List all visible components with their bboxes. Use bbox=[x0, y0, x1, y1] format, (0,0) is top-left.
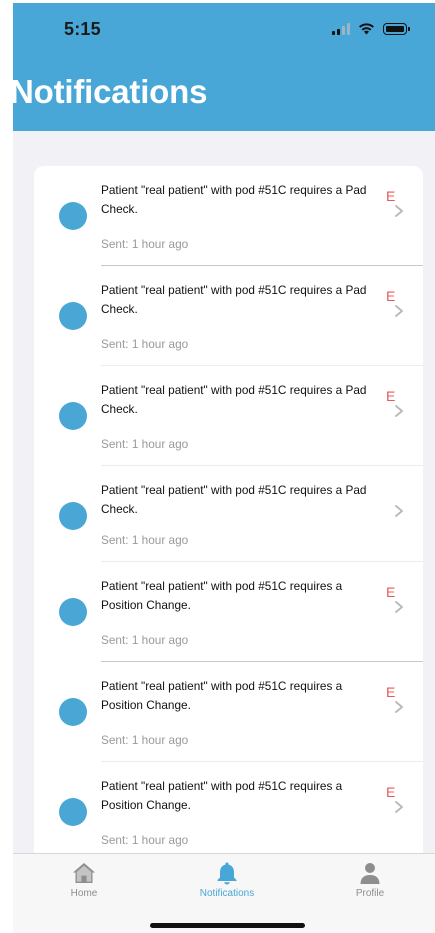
notification-message: Patient "real patient" with pod #51C req… bbox=[101, 283, 367, 316]
notification-sent-time: Sent: 1 hour ago bbox=[101, 733, 189, 747]
notification-message: Patient "real patient" with pod #51C req… bbox=[101, 183, 367, 216]
notification-message: Patient "real patient" with pod #51C req… bbox=[101, 679, 343, 712]
notification-message: Patient "real patient" with pod #51C req… bbox=[101, 779, 343, 812]
status-icons bbox=[332, 22, 410, 35]
notification-item[interactable]: Patient "real patient" with pod #51C req… bbox=[34, 366, 423, 466]
chevron-right-icon bbox=[395, 405, 403, 417]
notification-sent-time: Sent: 1 hour ago bbox=[101, 533, 189, 547]
notification-sent-time: Sent: 1 hour ago bbox=[101, 437, 189, 451]
tab-bar: Home Notifications Profile bbox=[13, 853, 435, 933]
wifi-icon bbox=[359, 23, 374, 35]
notification-sent-time: Sent: 1 hour ago bbox=[101, 833, 189, 847]
chevron-right-icon bbox=[395, 601, 403, 613]
notification-sent-time: Sent: 1 hour ago bbox=[101, 237, 189, 251]
page-title: Notifications bbox=[10, 73, 208, 110]
unread-dot-icon bbox=[59, 202, 87, 230]
battery-icon bbox=[383, 22, 410, 35]
notification-sent-time: Sent: 1 hour ago bbox=[101, 337, 189, 351]
notification-message: Patient "real patient" with pod #51C req… bbox=[101, 483, 367, 516]
tab-profile[interactable]: Profile bbox=[320, 860, 420, 899]
notifications-list: Patient "real patient" with pod #51C req… bbox=[34, 166, 423, 866]
tab-label: Home bbox=[70, 888, 98, 899]
bell-icon bbox=[217, 862, 237, 885]
phone-screen: 5:15 Notifications Patient "real patient… bbox=[0, 0, 435, 933]
tab-label: Profile bbox=[355, 888, 385, 899]
notification-item[interactable]: Patient "real patient" with pod #51C req… bbox=[34, 166, 423, 266]
notification-item[interactable]: Patient "real patient" with pod #51C req… bbox=[34, 466, 423, 562]
unread-dot-icon bbox=[59, 302, 87, 330]
chevron-right-icon bbox=[395, 305, 403, 317]
tab-home[interactable]: Home bbox=[34, 860, 134, 899]
person-icon bbox=[360, 863, 380, 884]
tab-notifications[interactable]: Notifications bbox=[177, 860, 277, 899]
notification-item[interactable]: Patient "real patient" with pod #51C req… bbox=[34, 762, 423, 862]
notification-sent-time: Sent: 1 hour ago bbox=[101, 633, 189, 647]
chevron-right-icon bbox=[395, 801, 403, 813]
notification-message: Patient "real patient" with pod #51C req… bbox=[101, 579, 343, 612]
unread-dot-icon bbox=[59, 798, 87, 826]
chevron-right-icon bbox=[395, 505, 403, 517]
unread-dot-icon bbox=[59, 402, 87, 430]
notification-item[interactable]: Patient "real patient" with pod #51C req… bbox=[34, 266, 423, 366]
chevron-right-icon bbox=[395, 701, 403, 713]
chevron-right-icon bbox=[395, 205, 403, 217]
tab-label: Notifications bbox=[199, 888, 255, 899]
home-icon bbox=[73, 863, 95, 883]
notification-item[interactable]: Patient "real patient" with pod #51C req… bbox=[34, 662, 423, 762]
status-time: 5:15 bbox=[64, 19, 101, 39]
cellular-signal-icon bbox=[332, 22, 350, 35]
unread-dot-icon bbox=[59, 698, 87, 726]
unread-dot-icon bbox=[59, 502, 87, 530]
notification-message: Patient "real patient" with pod #51C req… bbox=[101, 383, 367, 416]
notification-item[interactable]: Patient "real patient" with pod #51C req… bbox=[34, 562, 423, 662]
unread-dot-icon bbox=[59, 598, 87, 626]
home-indicator[interactable] bbox=[150, 923, 305, 928]
